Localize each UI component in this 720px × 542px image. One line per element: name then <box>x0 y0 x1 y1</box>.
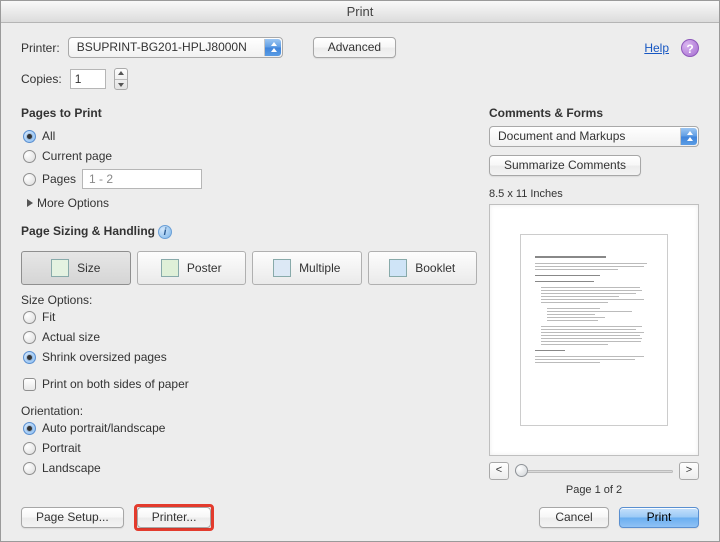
checkbox-icon <box>23 378 36 391</box>
seg-poster[interactable]: Poster <box>137 251 247 285</box>
radio-shrink-label: Shrink oversized pages <box>42 350 167 364</box>
preview-dimensions: 8.5 x 11 Inches <box>489 188 699 200</box>
radio-icon <box>23 311 36 324</box>
help-icon[interactable]: ? <box>681 39 699 57</box>
seg-booklet-label: Booklet <box>415 261 455 275</box>
radio-icon <box>23 442 36 455</box>
comments-title: Comments & Forms <box>489 106 699 120</box>
radio-pages-label: Pages <box>42 172 76 186</box>
radio-actual-label: Actual size <box>42 330 100 344</box>
radio-shrink[interactable]: Shrink oversized pages <box>23 350 477 364</box>
window-title: Print <box>1 1 719 23</box>
more-options-label: More Options <box>37 196 109 210</box>
more-options-disclosure[interactable]: More Options <box>27 196 477 210</box>
radio-fit[interactable]: Fit <box>23 310 477 324</box>
preview-frame <box>489 204 699 456</box>
page-range-field[interactable]: 1 - 2 <box>82 169 202 189</box>
duplex-label: Print on both sides of paper <box>42 377 189 391</box>
radio-icon <box>23 351 36 364</box>
slider-thumb[interactable] <box>515 464 528 477</box>
poster-icon <box>161 259 179 277</box>
preview-prev-button[interactable]: < <box>489 462 509 480</box>
advanced-button[interactable]: Advanced <box>313 37 396 58</box>
header-row: Printer: BSUPRINT-BG201-HPLJ8000N Advanc… <box>21 37 699 58</box>
radio-fit-label: Fit <box>42 310 55 324</box>
printer-options-button[interactable]: Printer... <box>137 507 212 528</box>
radio-landscape-label: Landscape <box>42 461 101 475</box>
page-setup-button[interactable]: Page Setup... <box>21 507 124 528</box>
radio-current-page[interactable]: Current page <box>23 149 477 163</box>
pages-to-print-title: Pages to Print <box>21 106 477 120</box>
seg-size-label: Size <box>77 261 100 275</box>
seg-booklet[interactable]: Booklet <box>368 251 478 285</box>
printer-select[interactable]: BSUPRINT-BG201-HPLJ8000N <box>68 37 283 58</box>
copies-field[interactable]: 1 <box>70 69 106 89</box>
radio-icon <box>23 462 36 475</box>
triangle-icon <box>27 199 33 207</box>
help-link[interactable]: Help <box>644 41 669 55</box>
radio-portrait-label: Portrait <box>42 441 81 455</box>
preview-next-button[interactable]: > <box>679 462 699 480</box>
print-dialog: Print Printer: BSUPRINT-BG201-HPLJ8000N … <box>0 0 720 542</box>
radio-icon <box>23 130 36 143</box>
sizing-mode-segment: Size Poster Multiple Booklet <box>21 251 477 285</box>
preview-nav: < > <box>489 462 699 480</box>
copies-row: Copies: 1 <box>21 68 699 90</box>
copies-stepper[interactable] <box>114 68 128 90</box>
preview-slider[interactable] <box>515 462 673 480</box>
sizing-title: Page Sizing & Handlingi <box>21 224 477 239</box>
seg-poster-label: Poster <box>187 261 222 275</box>
radio-pages[interactable]: Pages 1 - 2 <box>23 169 477 189</box>
radio-portrait[interactable]: Portrait <box>23 441 477 455</box>
right-column: Comments & Forms Document and Markups Su… <box>489 96 699 496</box>
orientation-label: Orientation: <box>21 404 477 418</box>
booklet-icon <box>389 259 407 277</box>
left-column: Pages to Print All Current page Pages 1 … <box>21 96 477 496</box>
radio-landscape[interactable]: Landscape <box>23 461 477 475</box>
size-icon <box>51 259 69 277</box>
radio-all-label: All <box>42 129 55 143</box>
radio-auto-label: Auto portrait/landscape <box>42 421 165 435</box>
radio-actual-size[interactable]: Actual size <box>23 330 477 344</box>
cancel-button[interactable]: Cancel <box>539 507 609 528</box>
footer: Page Setup... Printer... Cancel Print <box>21 504 699 531</box>
radio-icon <box>23 173 36 186</box>
radio-all[interactable]: All <box>23 129 477 143</box>
multiple-icon <box>273 259 291 277</box>
radio-auto-orient[interactable]: Auto portrait/landscape <box>23 421 477 435</box>
radio-icon <box>23 422 36 435</box>
dialog-content: Printer: BSUPRINT-BG201-HPLJ8000N Advanc… <box>1 23 719 541</box>
radio-icon <box>23 331 36 344</box>
copies-label: Copies: <box>21 72 62 86</box>
comments-mode-select[interactable]: Document and Markups <box>489 126 699 147</box>
seg-multiple-label: Multiple <box>299 261 340 275</box>
seg-multiple[interactable]: Multiple <box>252 251 362 285</box>
printer-label: Printer: <box>21 41 60 55</box>
summarize-comments-button[interactable]: Summarize Comments <box>489 155 641 176</box>
seg-size[interactable]: Size <box>21 251 131 285</box>
print-button[interactable]: Print <box>619 507 699 528</box>
duplex-checkbox-row[interactable]: Print on both sides of paper <box>23 377 477 391</box>
info-icon[interactable]: i <box>158 225 172 239</box>
page-indicator: Page 1 of 2 <box>489 484 699 496</box>
highlight-annotation: Printer... <box>134 504 215 531</box>
radio-icon <box>23 150 36 163</box>
size-options-label: Size Options: <box>21 293 477 307</box>
preview-page <box>520 234 668 426</box>
radio-current-label: Current page <box>42 149 112 163</box>
